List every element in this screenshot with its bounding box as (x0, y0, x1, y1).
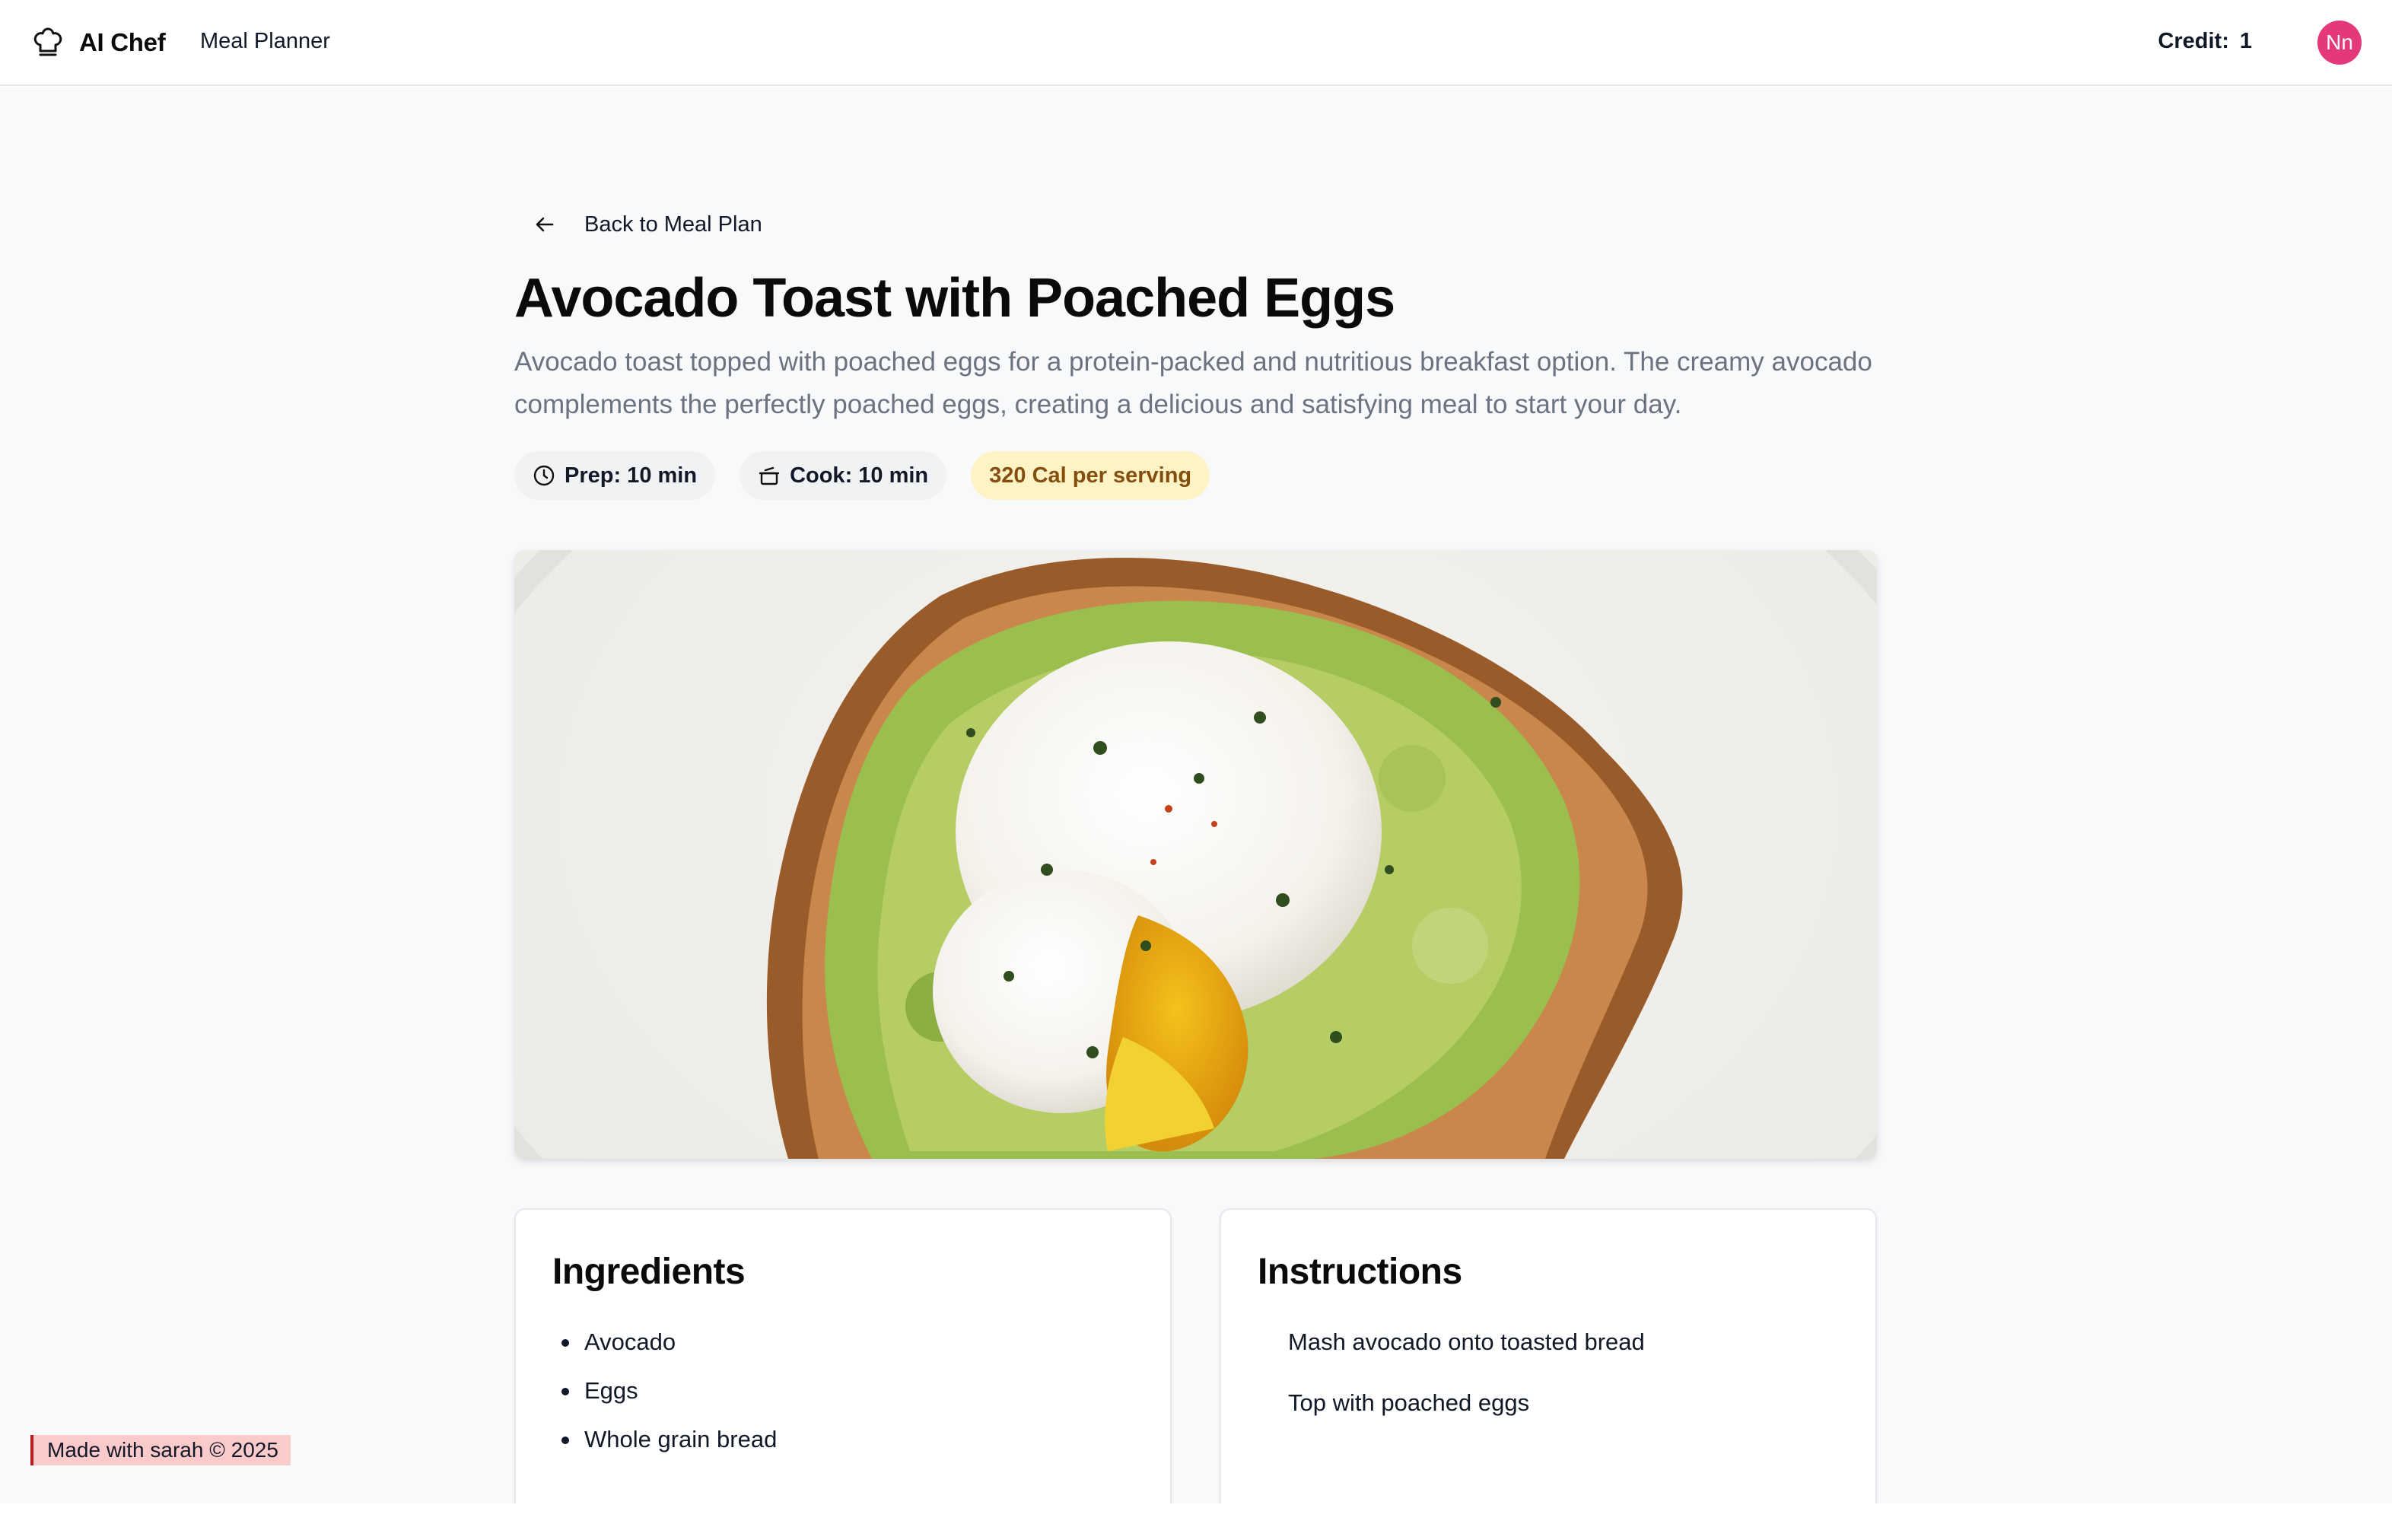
arrow-left-icon (533, 212, 557, 237)
cook-time-badge: Cook: 10 min (740, 451, 947, 500)
made-with-badge[interactable]: Made with sarah © 2025 (30, 1435, 291, 1465)
credit-label: Credit: (2158, 29, 2229, 53)
clock-icon (533, 465, 555, 486)
ingredient-item: Whole grain bread (561, 1415, 777, 1464)
page-bottom (0, 1503, 2392, 1540)
chef-hat-icon (30, 25, 65, 60)
instruction-step: Mash avocado onto toasted bread (1288, 1328, 1645, 1355)
app-root: AI Chef Meal Planner Credit: 1 Nn Back to… (0, 0, 2392, 1540)
ingredients-heading: Ingredients (552, 1252, 746, 1292)
prep-time-label: Prep: 10 min (565, 463, 698, 488)
recipe-description: Avocado toast topped with poached eggs f… (514, 347, 1872, 419)
recipe-hero-image (514, 550, 1877, 1159)
brand-name: AI Chef (79, 28, 166, 56)
back-label: Back to Meal Plan (584, 212, 762, 237)
instruction-step: Top with poached eggs (1288, 1389, 1530, 1416)
credit-display: Credit: 1 (2158, 29, 2252, 54)
instructions-card: Instructions Mash avocado onto toasted b… (1220, 1208, 1877, 1540)
nav-meal-planner[interactable]: Meal Planner (200, 29, 330, 54)
recipe-meta: Prep: 10 min Cook: 10 min 320 Cal per se… (514, 451, 1210, 500)
prep-time-badge: Prep: 10 min (514, 451, 716, 500)
cook-time-label: Cook: 10 min (790, 463, 929, 488)
credit-value: 1 (2239, 29, 2252, 53)
user-avatar[interactable]: Nn (2317, 21, 2362, 65)
calories-badge: 320 Cal per serving (971, 451, 1210, 500)
ingredient-item: Avocado (561, 1318, 777, 1367)
instructions-list: Mash avocado onto toasted bread Top with… (1288, 1318, 1645, 1440)
ingredients-card: Ingredients Avocado Eggs Whole grain bre… (514, 1208, 1172, 1540)
instructions-heading: Instructions (1258, 1252, 1462, 1292)
ingredient-item: Eggs (561, 1367, 777, 1415)
recipe-title: Avocado Toast with Poached Eggs (514, 268, 1395, 329)
brand-link[interactable]: AI Chef (30, 20, 166, 65)
avocado-toast-photo (514, 550, 1877, 1159)
ingredients-list: Avocado Eggs Whole grain bread (561, 1318, 777, 1464)
top-navbar: AI Chef Meal Planner Credit: 1 Nn (0, 0, 2392, 86)
cooking-pot-icon (759, 466, 780, 485)
recipe-page: Back to Meal Plan Avocado Toast with Poa… (0, 88, 2392, 1540)
back-to-meal-plan-button[interactable]: Back to Meal Plan (533, 202, 762, 247)
